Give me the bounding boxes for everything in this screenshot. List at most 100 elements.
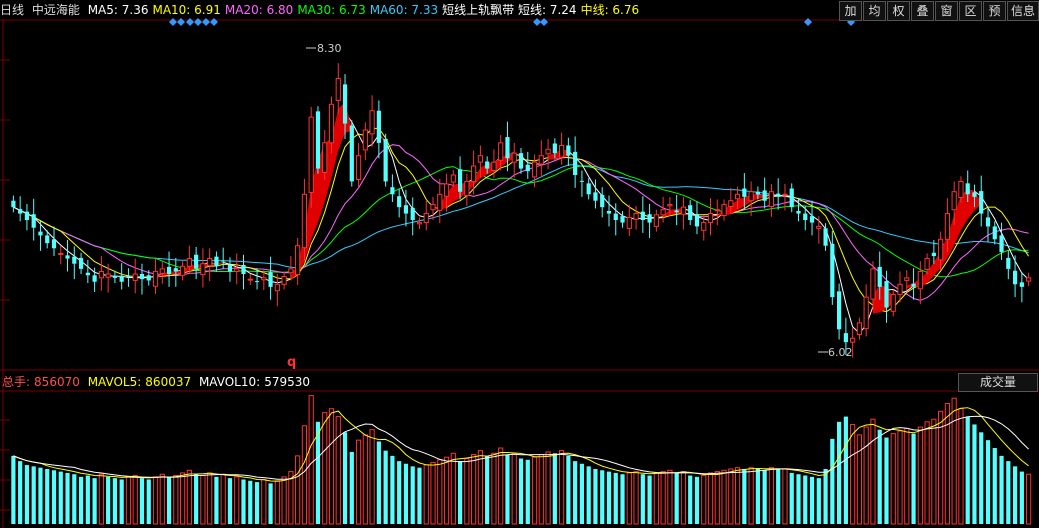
candle-body [65, 255, 70, 259]
candle-body [194, 254, 199, 269]
toolbar: 加均权叠窗区预信息 [838, 1, 1039, 21]
volume-bar [600, 470, 605, 524]
candle-body [782, 193, 788, 196]
candle-body [152, 270, 159, 287]
volume-bar [268, 483, 273, 524]
candle-body [78, 257, 84, 269]
volume-bar [254, 482, 260, 524]
candle-body [247, 278, 253, 281]
volume-bar [958, 408, 964, 525]
main-header: 日线 中远海能 MA5: 7.36 MA10: 6.91 MA20: 6.80 MA3… [0, 0, 647, 20]
candle-body [126, 275, 131, 277]
volume-bar [186, 469, 192, 525]
candle-body [856, 322, 863, 335]
volume-bar [349, 451, 354, 524]
volume-bar [417, 467, 422, 524]
candle-body [322, 142, 328, 173]
toolbar-button-3[interactable]: 叠 [911, 1, 934, 21]
volume-bar [965, 416, 970, 524]
indicator-0: MA5: 7.36 [87, 3, 149, 17]
candle-body [119, 275, 124, 282]
candle-body [525, 164, 530, 172]
candle-body [721, 204, 727, 216]
candle-body [640, 211, 645, 220]
candle-body [24, 211, 30, 220]
toolbar-button-5[interactable]: 区 [959, 1, 982, 21]
indicator-6: 中线: 6.76 [580, 3, 640, 17]
toolbar-button-4[interactable]: 窗 [935, 1, 958, 21]
indicator-2: MA20: 6.80 [224, 3, 294, 17]
volume-bar [762, 470, 767, 524]
candle-body [173, 268, 178, 272]
toolbar-button-1[interactable]: 均 [863, 1, 886, 21]
candle-body [776, 193, 781, 197]
volume-bar [85, 475, 90, 524]
candle-body [186, 258, 192, 267]
volume-bar [680, 471, 687, 525]
volume-bar [505, 454, 510, 524]
total-value: 856070 [34, 375, 80, 389]
candle-body [573, 151, 578, 175]
volume-bar [917, 426, 923, 525]
volume-bar [491, 452, 497, 525]
toolbar-button-6[interactable]: 预 [983, 1, 1006, 21]
candle-body [600, 194, 605, 208]
candle-body [688, 205, 693, 220]
volume-bar [647, 475, 652, 524]
candle-body [545, 148, 551, 155]
candle-body [633, 213, 639, 220]
candle-body [254, 281, 260, 283]
volume-bar [11, 455, 16, 524]
candle-body [762, 190, 767, 201]
volume-bar [803, 475, 808, 524]
volume-bar [355, 439, 362, 525]
volume-bar [593, 468, 598, 524]
candle-body [31, 214, 36, 228]
candle-body [620, 216, 625, 223]
toolbar-button-7[interactable]: 信息 [1007, 1, 1039, 21]
volume-bar [45, 468, 50, 524]
candle-body [965, 183, 970, 195]
candle-body [796, 211, 801, 214]
candle-body [999, 235, 1004, 253]
volume-bar [566, 455, 571, 524]
volume-bar [194, 474, 199, 524]
candle-body [1019, 282, 1024, 287]
volume-bar [884, 437, 889, 524]
candle-body [268, 272, 273, 287]
volume-bar [538, 454, 544, 525]
candle-body [674, 210, 679, 213]
candle-body [1026, 277, 1032, 282]
candle-body [884, 281, 889, 308]
volume-bar [464, 458, 470, 525]
volume-bar [924, 421, 930, 525]
volume-bar [369, 429, 375, 525]
volume-bar [125, 476, 132, 525]
volume-bar [248, 480, 253, 524]
candle-body [423, 213, 429, 224]
candle-body [397, 196, 402, 208]
volume-bar [51, 470, 57, 524]
candle-body [457, 169, 463, 192]
volume-bar [545, 451, 551, 525]
ribbon-segment [548, 149, 569, 160]
candle-body [904, 277, 910, 281]
volume-bar [951, 397, 957, 525]
volume-bar [227, 478, 233, 524]
volume-button[interactable]: 成交量 [958, 373, 1038, 392]
candle-body [890, 294, 896, 312]
volume-bar [640, 474, 645, 524]
toolbar-button-2[interactable]: 权 [887, 1, 910, 21]
candle-body [376, 110, 381, 143]
candle-body [11, 200, 16, 208]
volume-bar [626, 472, 632, 525]
volume-bar [823, 468, 828, 524]
candle-body [694, 214, 700, 227]
volume-bar [633, 471, 639, 525]
volume-bar [207, 472, 213, 525]
volume-bar [119, 479, 124, 524]
volume-bar [18, 461, 23, 524]
candle-body [538, 155, 544, 165]
candle-body [274, 283, 280, 292]
toolbar-button-0[interactable]: 加 [839, 1, 862, 21]
